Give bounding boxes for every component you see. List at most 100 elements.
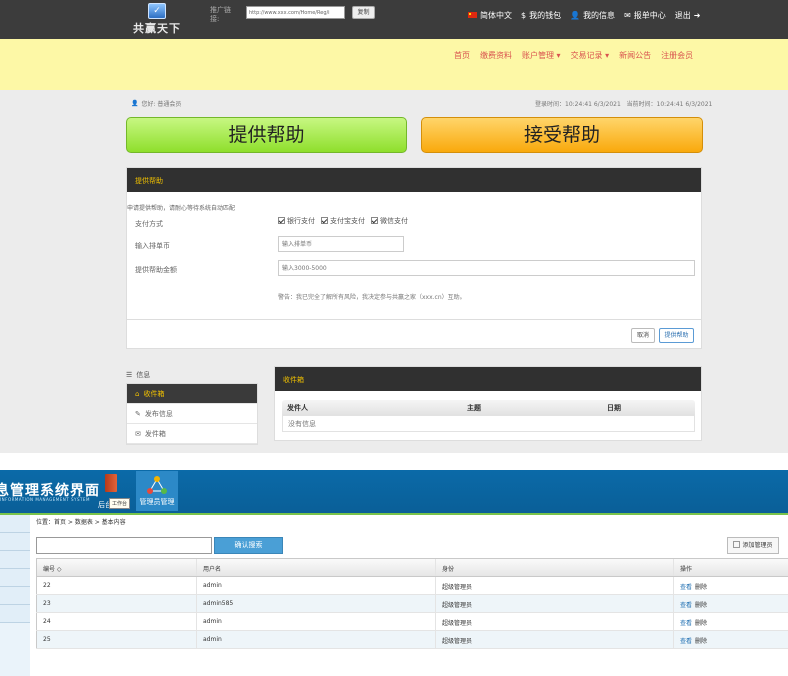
sidebar-item[interactable]: [0, 515, 30, 533]
nav-home[interactable]: 首页: [454, 50, 470, 61]
top-link-label: 我的信息: [583, 10, 616, 20]
delete-link[interactable]: 删除: [695, 620, 707, 627]
user-info: 👤 您好: 普通会员: [131, 99, 181, 108]
user-icon: 👤: [570, 10, 581, 20]
sidebar-item[interactable]: [0, 587, 30, 605]
image-placeholder-icon: [733, 541, 741, 548]
menu-item-label: 发件箱: [144, 429, 166, 438]
login-times: 登录时间：10:24:41 6/3/2021 当前时间：10:24:41 6/3…: [535, 99, 712, 108]
inbox-empty-row: 没有信息: [282, 415, 695, 432]
add-admin-button[interactable]: 添加管理员: [727, 537, 779, 554]
pay-options: 银行支付 支付宝支付 微信支付: [278, 216, 408, 226]
inbox-table: 发件人 主题 日期 没有信息: [282, 400, 695, 432]
table-header-row: 编号 ◇ 用户名 身份 操作: [36, 559, 788, 577]
menu-item-outbox[interactable]: ✉ 发件箱: [127, 424, 257, 444]
search-button[interactable]: 确认搜索: [214, 537, 283, 554]
envelope-icon: ✉: [624, 10, 631, 20]
china-flag-icon: [468, 12, 477, 18]
accept-help-button[interactable]: 接受帮助: [421, 117, 703, 153]
submit-help-button[interactable]: 提供帮助: [659, 328, 694, 343]
panel-hint: 申请提供帮助，请耐心等待系统自动匹配: [127, 205, 236, 212]
promo-url-input[interactable]: [246, 6, 345, 19]
nav-register[interactable]: 注册会员: [661, 50, 693, 61]
cell-username: admin: [196, 577, 435, 594]
top-link-language[interactable]: 简体中文: [468, 9, 512, 21]
nav-transactions[interactable]: 交易记录 ▾: [571, 50, 610, 61]
col-id[interactable]: 编号 ◇: [36, 559, 196, 576]
admin-table: 编号 ◇ 用户名 身份 操作 22 admin 超级管理员 查看 删除 23 ad…: [36, 558, 788, 649]
sidebar-item[interactable]: [0, 569, 30, 587]
current-time: 当前时间：10:24:41 6/3/2021: [626, 101, 713, 108]
search-input[interactable]: [36, 537, 212, 554]
top-link-logout[interactable]: 退出 ➜: [675, 9, 701, 21]
sidebar-item[interactable]: [0, 605, 30, 623]
top-link-order-center[interactable]: ✉ 报单中心: [624, 9, 666, 21]
col-date[interactable]: 日期: [602, 400, 695, 415]
pay-option-label: 微信支付: [380, 217, 408, 225]
risk-warning: 警告：我已完全了解所有风险，我决定参与共赢之家（xxx.cn）互助。: [278, 294, 466, 301]
menu-item-inbox[interactable]: ⌂ 收件箱: [127, 384, 257, 404]
cell-role: 超级管理员: [435, 613, 673, 630]
col-role: 身份: [435, 559, 673, 576]
workbench-tooltip: 工作台: [109, 498, 131, 509]
delete-link[interactable]: 删除: [695, 638, 707, 645]
copy-button[interactable]: 复制: [352, 6, 375, 19]
provide-help-button[interactable]: 提供帮助: [126, 117, 407, 153]
network-icon: [147, 476, 167, 494]
admin-system-subtitle: INFORMATION MANAGEMENT SYSTEM: [0, 497, 90, 502]
cell-id: 23: [36, 595, 196, 612]
col-sender[interactable]: 发件人: [282, 400, 462, 415]
col-actions: 操作: [673, 559, 788, 576]
dollar-icon: $: [521, 10, 527, 20]
pay-option-wechat[interactable]: 微信支付: [371, 216, 408, 226]
nav-account[interactable]: 账户管理 ▾: [522, 50, 561, 61]
view-link[interactable]: 查看: [680, 602, 692, 609]
menu-title-label: 信息: [136, 371, 151, 379]
inbox-panel: 收件箱 发件人 主题 日期 没有信息: [274, 366, 702, 441]
delete-link[interactable]: 删除: [695, 584, 707, 591]
header-accent-line: [0, 513, 788, 515]
cell-actions: 查看 删除: [673, 595, 788, 612]
pay-option-bank[interactable]: 银行支付: [278, 216, 315, 226]
nav-news[interactable]: 新闻公告: [619, 50, 651, 61]
cell-actions: 查看 删除: [673, 577, 788, 594]
delete-link[interactable]: 删除: [695, 602, 707, 609]
nav-payment-info[interactable]: 缴费资料: [480, 50, 512, 61]
cell-id: 24: [36, 613, 196, 630]
menu-item-compose[interactable]: ✎ 发布信息: [127, 404, 257, 424]
help-amount-input[interactable]: [278, 260, 695, 276]
checkbox-icon: [321, 217, 328, 224]
table-row: 23 admin585 超级管理员 查看 删除: [36, 595, 788, 613]
promo-label: 推广链接:: [210, 6, 231, 23]
site-logo[interactable]: ✓ 共赢天下: [132, 3, 182, 36]
pay-option-label: 银行支付: [287, 217, 315, 225]
cell-id: 25: [36, 631, 196, 648]
amount-input[interactable]: [278, 236, 404, 252]
mail-icon: ✉: [135, 429, 141, 438]
table-row: 22 admin 超级管理员 查看 删除: [36, 577, 788, 595]
inbox-title: 收件箱: [275, 367, 701, 391]
cell-role: 超级管理员: [435, 631, 673, 648]
sidebar-item[interactable]: [0, 551, 30, 569]
col-subject[interactable]: 主题: [462, 400, 602, 415]
view-link[interactable]: 查看: [680, 638, 692, 645]
cancel-button[interactable]: 取消: [631, 328, 655, 343]
sidebar-item[interactable]: [0, 533, 30, 551]
logo-text: 共赢天下: [133, 22, 181, 35]
pay-method-label: 支付方式: [135, 220, 163, 228]
checkbox-icon: [371, 217, 378, 224]
last-login-time: 登录时间：10:24:41 6/3/2021: [535, 101, 621, 108]
cell-id: 22: [36, 577, 196, 594]
logout-arrow-icon: ➜: [693, 10, 701, 20]
top-link-wallet[interactable]: $ 我的钱包: [521, 9, 561, 21]
top-link-profile[interactable]: 👤 我的信息: [570, 9, 615, 21]
toolbar-admin-manage[interactable]: 管理员管理: [136, 471, 178, 511]
logo-monitor-icon: ✓: [148, 3, 166, 19]
pay-option-label: 支付宝支付: [330, 217, 365, 225]
user-icon: 👤: [131, 100, 139, 107]
pay-option-alipay[interactable]: 支付宝支付: [321, 216, 365, 226]
view-link[interactable]: 查看: [680, 620, 692, 627]
top-link-label: 简体中文: [480, 10, 512, 20]
breadcrumb: 位置：首页 > 数据表 > 基本内容: [36, 519, 126, 526]
view-link[interactable]: 查看: [680, 584, 692, 591]
